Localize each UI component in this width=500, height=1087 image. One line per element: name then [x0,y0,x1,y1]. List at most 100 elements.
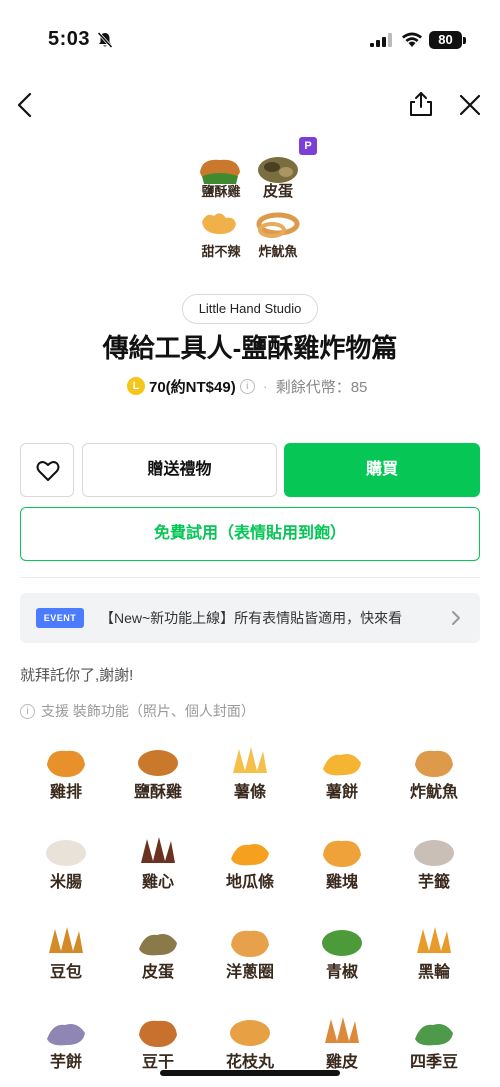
sticker-shape [323,840,361,867]
sticker-label: 地瓜條 [225,874,274,891]
sticker-item[interactable]: 青椒 [296,913,388,1003]
sticker-shape [231,844,269,866]
support-text: 支援 裝飾功能（照片、個人封面） [41,703,255,719]
sticker-image [325,1017,359,1043]
cover-label-4: 炸魷魚 [258,244,297,260]
coins-remaining: 剩餘代幣：85 [275,378,368,396]
favorite-button[interactable] [20,443,74,497]
sticker-image [231,844,269,866]
pack-description: 就拜託你了,謝謝! [20,667,134,684]
sticker-shape [414,840,454,866]
sticker-label: 雞塊 [325,874,358,891]
sticker-item[interactable]: 鹽酥雞 [112,733,204,823]
sticker-shape [325,1017,359,1043]
sticker-image [139,1020,177,1047]
sticker-image [322,930,362,956]
sticker-label: 雞排 [49,784,82,801]
sticker-item[interactable]: 薯餅 [296,733,388,823]
sticker-item[interactable]: 豆包 [20,913,112,1003]
sticker-image [49,927,83,953]
author-link[interactable]: Little Hand Studio [182,294,318,324]
sticker-item[interactable]: 雞排 [20,733,112,823]
status-bar: 5:03 80 [0,0,500,80]
status-time: 5:03 [48,28,91,50]
cover-label-1: 鹽酥雞 [201,184,240,200]
sticker-label: 雞心 [141,874,174,891]
sticker-shape [139,1020,177,1047]
wifi-icon [402,32,422,47]
buy-button[interactable]: 購買 [284,443,480,497]
sticker-image [233,747,267,773]
back-icon[interactable] [14,90,38,120]
line-coin-icon: L [127,377,145,395]
sticker-image [139,934,177,956]
sticker-label: 青椒 [325,964,358,981]
sticker-item[interactable]: 雞塊 [296,823,388,913]
sticker-label: 薯條 [233,784,266,801]
sticker-item[interactable]: 雞心 [112,823,204,913]
sticker-label: 豆干 [141,1054,174,1071]
sticker-item[interactable]: 皮蛋 [112,913,204,1003]
sticker-pack-cover: 鹽酥雞 皮蛋 甜不辣 炸魷魚 [200,157,300,260]
sticker-shape [141,837,175,863]
price: 70(約NT$49) [149,378,236,396]
sticker-label: 花枝丸 [225,1054,274,1071]
sticker-shape [138,750,178,776]
battery-indicator: 80 [429,31,462,49]
info-icon[interactable]: i [239,378,255,394]
separator-dot: · [262,377,268,395]
sticker-label: 四季豆 [409,1054,458,1071]
sticker-item[interactable]: 芋籤 [388,823,480,913]
sticker-label: 皮蛋 [141,964,174,981]
sticker-item[interactable]: 地瓜條 [204,823,296,913]
sticker-shape [417,927,451,953]
sticker-image [230,1020,270,1046]
sticker-shape [231,930,269,957]
gift-button[interactable]: 贈送禮物 [82,443,277,497]
divider [20,577,480,578]
free-trial-button[interactable]: 免費試用（表情貼用到飽） [20,507,480,561]
sticker-shape [47,1024,85,1046]
price-row: L 70(約NT$49) i · 剩餘代幣：85 [127,375,367,397]
sticker-item[interactable]: 洋蔥圈 [204,913,296,1003]
event-banner[interactable]: EVENT 【New~新功能上線】所有表情貼皆適用，快來看 [20,593,480,643]
close-icon[interactable] [457,92,483,118]
sticker-label: 洋蔥圈 [225,964,274,981]
support-note: i 支援 裝飾功能（照片、個人封面） [20,701,255,721]
sticker-shape [323,754,361,776]
sticker-shape [47,750,85,777]
sticker-shape [230,1020,270,1046]
sticker-image [46,840,86,866]
sticker-image [417,927,451,953]
sticker-image [414,840,454,866]
share-icon[interactable] [406,89,436,119]
sticker-label: 豆包 [49,964,82,981]
bell-muted-icon [97,31,113,49]
sticker-image [323,754,361,776]
sticker-label: 黑輪 [417,964,450,981]
sticker-item[interactable]: 四季豆 [388,1003,480,1087]
sticker-item[interactable]: 薯條 [204,733,296,823]
sticker-shape [415,1024,453,1046]
battery-nub [463,37,466,44]
sticker-label: 芋餅 [49,1054,82,1071]
sticker-item[interactable]: 芋餅 [20,1003,112,1087]
sticker-image [47,1024,85,1046]
sticker-image [138,750,178,776]
sticker-label: 芋籤 [417,874,450,891]
sticker-image [323,840,361,867]
sticker-shape [46,840,86,866]
home-indicator [160,1070,340,1076]
cover-label-3: 甜不辣 [201,244,241,260]
chevron-right-icon [452,611,460,625]
sticker-label: 雞皮 [325,1054,358,1071]
sticker-item[interactable]: 黑輪 [388,913,480,1003]
sticker-image [415,750,453,777]
sticker-label: 米腸 [49,874,82,891]
sticker-label: 薯餅 [325,784,358,801]
sticker-shape [415,750,453,777]
sticker-shape [139,934,177,956]
sticker-image [231,930,269,957]
sticker-item[interactable]: 炸魷魚 [388,733,480,823]
sticker-item[interactable]: 米腸 [20,823,112,913]
